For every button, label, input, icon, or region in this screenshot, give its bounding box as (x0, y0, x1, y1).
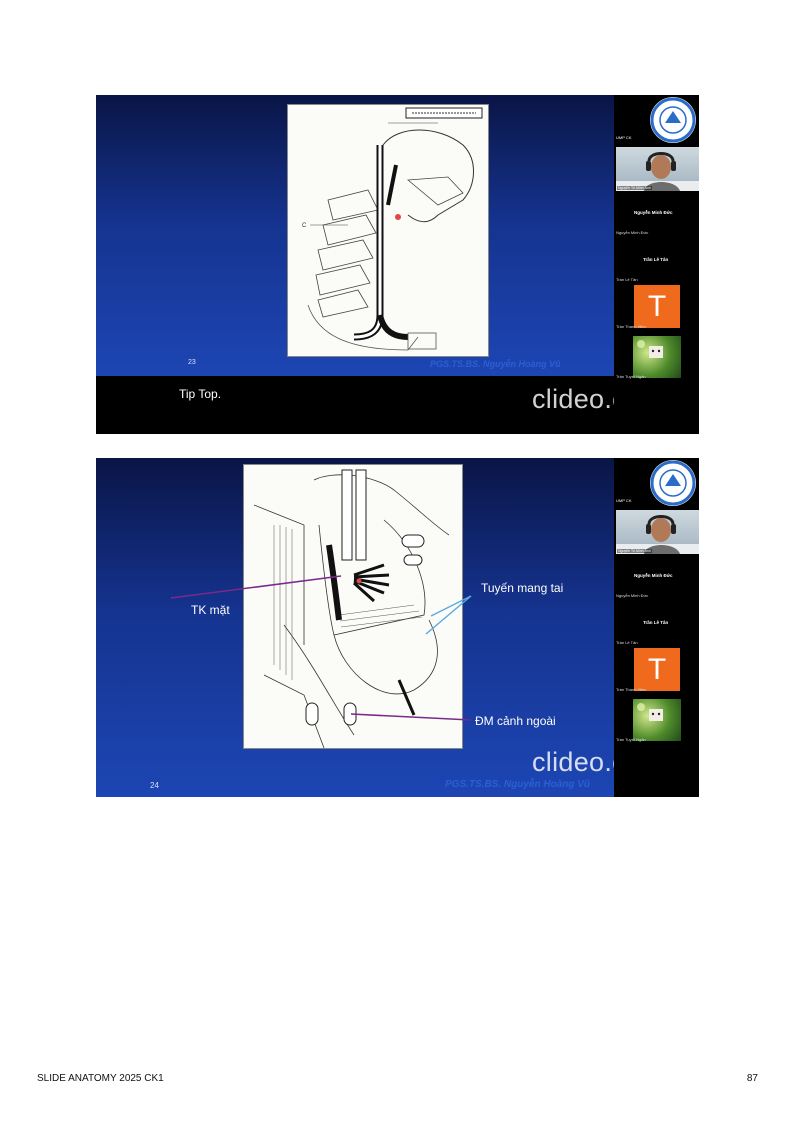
video-frame-1: C 23 PGS.TS.BS. Nguyễn Hoàng Vũ Tip Top.… (96, 95, 699, 434)
participant-1-name: Nguyễn Minh Đức (634, 573, 673, 578)
camera-name-label: Nguyễn Tô Minh Ánh (617, 186, 652, 190)
participant-avatar: T (634, 285, 680, 328)
participant-4-label: Trần Tuyết Ngân (616, 737, 646, 742)
participant-1-label: Nguyễn Minh Đức (616, 230, 649, 235)
cervical-spine-diagram: C (287, 104, 489, 357)
participant-3-label: Trần Thanh Hiền (616, 324, 646, 329)
speaker-video (616, 515, 699, 554)
slide-23: C 23 PGS.TS.BS. Nguyễn Hoàng Vũ (96, 95, 614, 376)
video-frame-2: TK mặt Tuyến mang tai ĐM cảnh ngoài 24 P… (96, 458, 699, 797)
participant-2-name: Trần Lê Tân (643, 257, 669, 262)
university-logo (650, 460, 696, 506)
slide-number: 23 (188, 359, 196, 366)
participant-4-label: Trần Tuyết Ngân (616, 374, 646, 379)
svg-text:C: C (302, 223, 307, 229)
slide-number: 24 (150, 781, 159, 790)
camera-feed[interactable]: Nguyễn Tô Minh Ánh (616, 510, 699, 554)
host-label: UMP CK (616, 135, 632, 140)
participant-2-label: Trần Lê Tân (616, 277, 638, 282)
participant-2-label: Trần Lê Tân (616, 640, 638, 645)
slide-author: PGS.TS.BS. Nguyễn Hoàng Vũ (430, 359, 561, 369)
document-footer-title: SLIDE ANATOMY 2025 CK1 (37, 1073, 164, 1084)
camera-name-label: Nguyễn Tô Minh Ánh (617, 549, 652, 553)
page-number: 87 (746, 1073, 758, 1084)
participant-video-nature (633, 336, 681, 378)
video-caption: Tip Top. (179, 387, 222, 401)
participant-panel: UMP CK Nguyễn Tô Minh Ánh Nguyễn Minh Đứ… (614, 458, 699, 797)
spine-artery-illustration: C (302, 107, 483, 351)
label-external-carotid: ĐM cảnh ngoài (475, 714, 556, 728)
participant-1-name: Nguyễn Minh Đức (634, 210, 673, 215)
speaker-video (616, 152, 699, 191)
participant-panel: UMP CK Nguyễn Tô Minh Ánh Nguyễn Minh Đứ… (614, 95, 699, 434)
participant-video-nature (633, 699, 681, 741)
host-label: UMP CK (616, 498, 632, 503)
university-logo (650, 97, 696, 143)
participant-2-name: Trần Lê Tân (643, 620, 669, 625)
camera-feed[interactable]: Nguyễn Tô Minh Ánh (616, 147, 699, 191)
slide-author: PGS.TS.BS. Nguyễn Hoàng Vũ (445, 779, 591, 790)
participant-avatar: T (634, 648, 680, 691)
label-parotid-gland: Tuyến mang tai (481, 581, 564, 595)
label-facial-nerve: TK mặt (191, 603, 230, 617)
participant-1-label: Nguyễn Minh Đức (616, 593, 649, 598)
participant-3-label: Trần Thanh Hiền (616, 687, 646, 692)
